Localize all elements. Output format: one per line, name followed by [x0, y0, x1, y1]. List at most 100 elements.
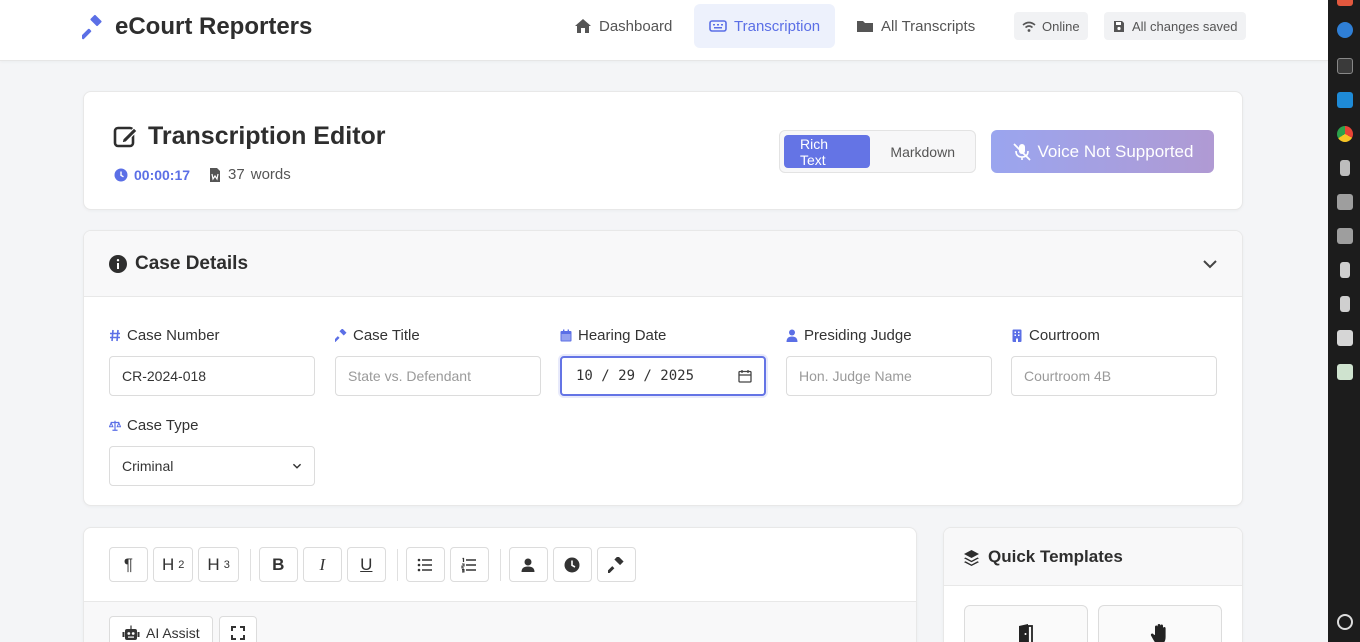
gavel-icon [82, 14, 102, 40]
disk-icon[interactable] [1337, 194, 1353, 210]
hearing-date-label: Hearing Date [560, 325, 766, 345]
case-type-select[interactable]: Criminal [109, 446, 315, 486]
online-status: Online [1014, 12, 1088, 40]
page-title: Transcription Editor [113, 122, 386, 151]
app-icon[interactable] [1337, 0, 1353, 6]
case-number-input[interactable]: CR-2024-018 [109, 356, 315, 396]
formatting-toolbar: ¶ H2 H3 B I U [109, 547, 641, 582]
nav-all-transcripts[interactable]: All Transcripts [841, 4, 990, 48]
robot-icon [122, 625, 140, 640]
numbered-list-button[interactable] [449, 547, 489, 582]
underline-glyph: U [360, 554, 373, 574]
online-status-label: Online [1042, 18, 1080, 34]
edit-icon [113, 126, 138, 148]
nav-dashboard[interactable]: Dashboard [559, 4, 687, 48]
calendar-picker-icon[interactable] [738, 369, 752, 383]
italic-button[interactable]: I [302, 547, 342, 582]
case-title-input[interactable]: State vs. Defendant [335, 356, 541, 396]
template-recess[interactable] [1098, 605, 1222, 642]
brand[interactable]: eCourt Reporters [82, 13, 312, 41]
usb-drive-icon[interactable] [1340, 160, 1350, 176]
heading-2-level: 2 [178, 558, 185, 571]
clock-icon [564, 557, 580, 572]
insert-timestamp-button[interactable] [552, 547, 592, 582]
folder-icon [857, 21, 873, 32]
case-details-header[interactable]: Case Details [84, 231, 1242, 297]
brand-name: eCourt Reporters [115, 13, 313, 40]
vscode-icon[interactable] [1337, 92, 1353, 108]
microphone-slash-icon [1012, 142, 1031, 161]
case-title-group: Case Title State vs. Defendant [335, 325, 541, 396]
underline-button[interactable]: U [346, 547, 386, 582]
clock-icon [114, 168, 128, 181]
drive-icon[interactable] [1340, 262, 1350, 278]
bullet-list-button[interactable] [405, 547, 445, 582]
insert-speaker-button[interactable] [508, 547, 548, 582]
gavel-icon [608, 556, 624, 573]
toolbar-separator [499, 548, 501, 581]
hearing-date-input[interactable]: 10 / 29 / 2025 [560, 356, 766, 396]
paragraph-button[interactable]: ¶ [109, 547, 148, 582]
save-status: All changes saved [1104, 12, 1246, 40]
case-details-title-text: Case Details [135, 253, 249, 274]
courtroom-input[interactable]: Courtroom 4B [1011, 356, 1217, 396]
hearing-date-label-text: Hearing Date [578, 326, 667, 344]
toolbar-separator [249, 548, 251, 581]
heading-2-button[interactable]: H2 [153, 547, 194, 582]
top-navbar: eCourt Reporters Dashboard Transcription… [0, 0, 1328, 61]
voice-button[interactable]: Voice Not Supported [991, 130, 1214, 173]
camera-icon[interactable] [1337, 330, 1353, 346]
settings-icon[interactable] [1337, 614, 1353, 630]
italic-glyph: I [319, 554, 326, 574]
trash-icon[interactable] [1337, 364, 1353, 380]
case-number-label-text: Case Number [127, 326, 220, 344]
gavel-icon [335, 328, 347, 342]
nav-all-transcripts-label: All Transcripts [881, 17, 976, 35]
quick-templates-title: Quick Templates [963, 547, 1123, 567]
system-taskbar [1328, 0, 1360, 642]
word-count: 37 words [208, 166, 291, 183]
voice-button-label: Voice Not Supported [1037, 141, 1194, 161]
presiding-judge-placeholder: Hon. Judge Name [799, 368, 912, 384]
presiding-judge-input[interactable]: Hon. Judge Name [786, 356, 992, 396]
terminal-icon[interactable] [1337, 58, 1353, 74]
heading-2-main: H [162, 554, 175, 574]
bullet-list-icon [418, 558, 433, 571]
layers-icon [964, 549, 979, 566]
insert-ruling-button[interactable] [596, 547, 636, 582]
timer-value: 00:00:17 [134, 166, 191, 183]
fullscreen-button[interactable] [219, 616, 257, 642]
drive-icon-2[interactable] [1340, 296, 1350, 312]
door-open-icon [1019, 624, 1033, 642]
help-icon[interactable] [1337, 22, 1353, 38]
markdown-mode-button[interactable]: Markdown [874, 135, 971, 168]
ai-assist-label: AI Assist [146, 625, 200, 641]
hearing-date-value: 10 / 29 / 2025 [576, 368, 695, 384]
session-timer: 00:00:17 [114, 167, 190, 183]
editor-header-card: Transcription Editor 00:00:17 37 words R… [83, 91, 1243, 210]
heading-3-level: 3 [223, 558, 230, 571]
chevron-down-icon[interactable] [1202, 256, 1218, 272]
rich-text-mode-button[interactable]: Rich Text [784, 135, 871, 168]
presiding-judge-label-text: Presiding Judge [804, 326, 912, 344]
toolbar-separator [396, 548, 398, 581]
case-details-title: Case Details [109, 253, 248, 275]
case-type-label: Case Type [109, 415, 315, 435]
case-type-label-text: Case Type [127, 416, 199, 434]
word-count-value: 37 [228, 166, 245, 183]
ai-assist-button[interactable]: AI Assist [109, 616, 213, 642]
user-tie-icon [786, 329, 798, 342]
case-type-group: Case Type Criminal [109, 415, 315, 486]
chrome-icon[interactable] [1337, 126, 1353, 142]
home-icon [575, 19, 591, 33]
info-icon [109, 255, 127, 273]
user-icon [521, 558, 535, 572]
template-court-opening[interactable] [964, 605, 1088, 642]
heading-3-button[interactable]: H3 [198, 547, 239, 582]
bold-button[interactable]: B [258, 547, 298, 582]
nav-transcription[interactable]: Transcription [694, 4, 836, 48]
disk-icon-2[interactable] [1337, 228, 1353, 244]
wifi-icon [1022, 21, 1036, 32]
case-number-label: Case Number [109, 325, 315, 345]
quick-templates-card: Quick Templates [943, 527, 1243, 642]
